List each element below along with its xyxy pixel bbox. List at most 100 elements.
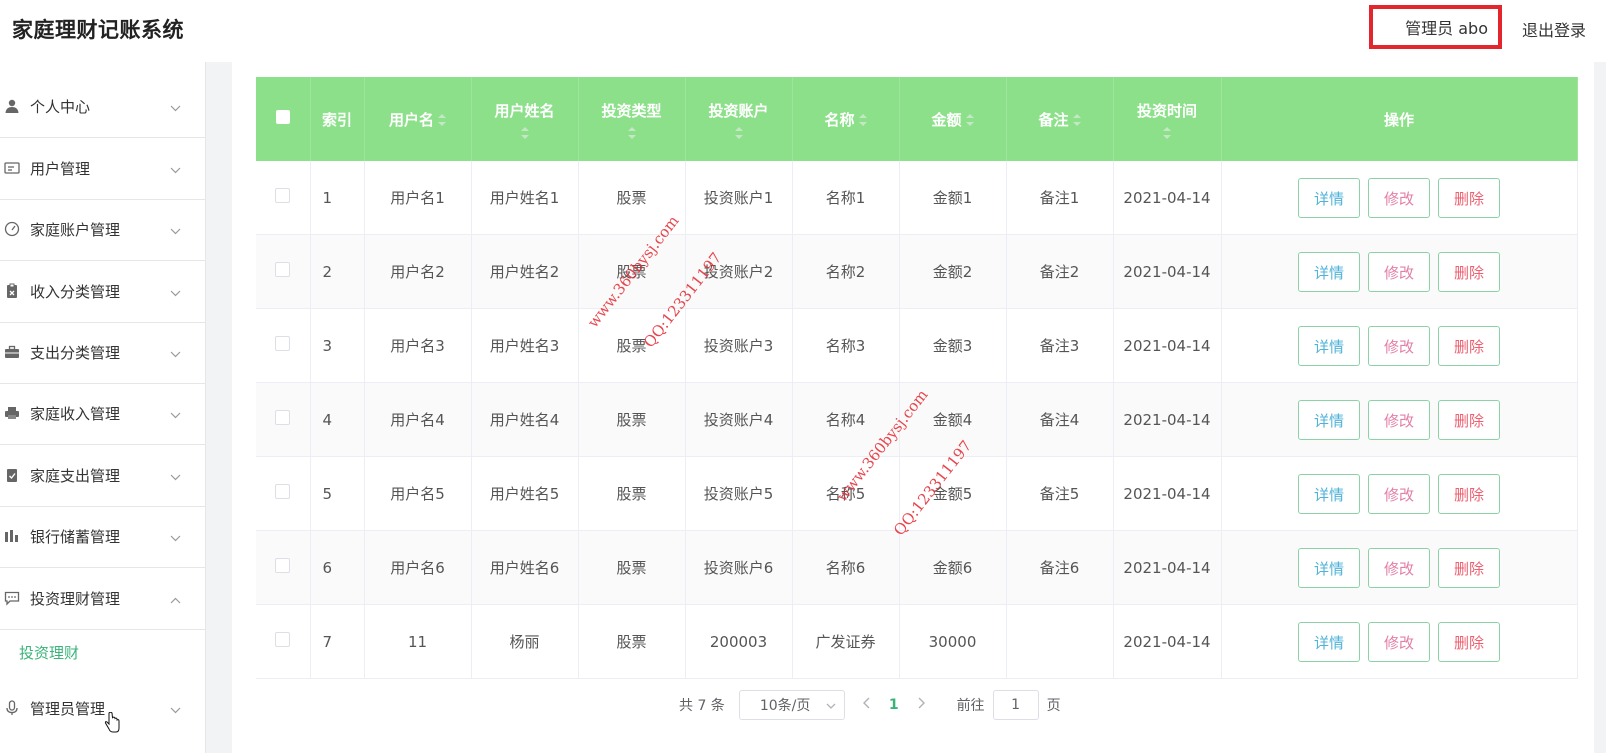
delete-button[interactable]: 删除 [1438,177,1500,218]
table-cell: 股票 [578,234,686,309]
edit-button[interactable]: 修改 [1368,251,1430,292]
edit-button[interactable]: 修改 [1368,177,1430,218]
sidebar-item[interactable]: 家庭收入管理 [0,382,205,445]
table-cell: 备注3 [1006,308,1114,383]
sort-icon[interactable] [627,126,636,139]
detail-button[interactable]: 详情 [1298,473,1360,514]
delete-button[interactable]: 删除 [1438,473,1500,514]
sidebar-subitem-investment[interactable]: 投资理财 [19,642,79,663]
header-amount-label: 金额 [931,110,962,129]
admin-user-label[interactable]: 管理员 abo [1369,5,1502,49]
sidebar-item[interactable]: 管理员管理 [0,677,205,739]
page-size-select[interactable]: 10条/页 [738,690,845,720]
detail-button[interactable]: 详情 [1298,547,1360,588]
header-name[interactable]: 名称 [792,77,900,161]
row-checkbox[interactable] [275,188,291,203]
table-cell: 7 [310,604,365,679]
edit-button[interactable]: 修改 [1368,547,1430,588]
sidebar-item[interactable]: 收入分类管理 [0,260,205,323]
delete-button[interactable]: 删除 [1438,547,1500,588]
header-realname[interactable]: 用户姓名 [471,77,579,161]
detail-button[interactable]: 详情 [1298,325,1360,366]
chevron-down-icon [170,527,181,546]
chat-icon [4,590,20,606]
detail-button[interactable]: 详情 [1298,621,1360,662]
detail-button[interactable]: 详情 [1298,251,1360,292]
page-size-value: 10条/页 [759,698,811,714]
sort-icon[interactable] [1163,126,1171,139]
sort-icon[interactable] [520,126,529,139]
table-cell: 投资账户5 [685,456,793,531]
sidebar-item[interactable]: 家庭账户管理 [0,198,205,261]
edit-button[interactable]: 修改 [1368,621,1430,662]
delete-button[interactable]: 删除 [1438,399,1500,440]
table-cell: 备注2 [1006,234,1114,309]
table-row: 6 用户名6 用户姓名6 股票 投资账户6 名称6 金额6 备注6 2021-04-14 详情 修改… [256,530,1578,605]
row-select-cell [256,308,311,383]
page-number-current[interactable]: 1 [889,697,899,713]
header-invest-type[interactable]: 投资类型 [578,77,686,161]
printer-icon [4,405,20,421]
table-cell: 200003 [685,604,793,679]
edit-button[interactable]: 修改 [1368,473,1430,514]
table-header-row: 索引 用户名 用户姓名 投资类型 投资账户 名称 金额 备注 投资时间 操作 [256,77,1578,161]
detail-button[interactable]: 详情 [1298,177,1360,218]
sidebar-item[interactable]: 支出分类管理 [0,321,205,384]
admin-user-text: 管理员 abo [1405,19,1488,38]
row-checkbox[interactable] [275,632,291,647]
table-cell: 金额2 [899,234,1007,309]
detail-button[interactable]: 详情 [1298,399,1360,440]
table-cell: 投资账户3 [685,308,793,383]
header-invest-time[interactable]: 投资时间 [1113,77,1222,161]
table-cell: 用户姓名6 [471,530,579,605]
table-cell: 名称3 [792,308,900,383]
delete-button[interactable]: 删除 [1438,621,1500,662]
table-cell: 2 [310,234,365,309]
select-all-header[interactable] [256,77,311,161]
row-actions-cell: 详情 修改 删除 [1221,530,1578,605]
sidebar-item-label: 投资理财管理 [30,589,121,608]
table-cell: 用户姓名3 [471,308,579,383]
next-page-icon[interactable] [917,697,925,713]
row-select-cell [256,234,311,309]
edit-button[interactable]: 修改 [1368,399,1430,440]
goto-label: 前往 [956,698,985,714]
row-checkbox[interactable] [275,262,291,277]
sort-icon[interactable] [1072,114,1081,126]
table-cell: 投资账户2 [685,234,793,309]
header-remark[interactable]: 备注 [1006,77,1114,161]
header-amount[interactable]: 金额 [899,77,1007,161]
row-checkbox[interactable] [275,410,291,425]
table-cell: 2021-04-14 [1113,234,1222,309]
sidebar-item-label: 收入分类管理 [30,282,121,301]
table-cell: 金额1 [899,161,1007,235]
sidebar-item[interactable]: 家庭支出管理 [0,444,205,507]
header-username[interactable]: 用户名 [364,77,472,161]
delete-button[interactable]: 删除 [1438,325,1500,366]
table-cell: 用户姓名5 [471,456,579,531]
sort-icon[interactable] [734,126,743,139]
edit-button[interactable]: 修改 [1368,325,1430,366]
sort-icon[interactable] [438,114,446,126]
row-checkbox[interactable] [275,336,291,351]
delete-button[interactable]: 删除 [1438,251,1500,292]
logout-link[interactable]: 退出登录 [1522,17,1586,41]
page-suffix-label: 页 [1046,698,1061,714]
sidebar-item-label: 管理员管理 [30,699,106,718]
sidebar-item[interactable]: 用户管理 [0,137,205,200]
row-checkbox[interactable] [275,558,291,573]
sidebar-item[interactable]: 个人中心 [0,75,205,138]
sort-icon[interactable] [965,114,974,126]
sidebar-item-label: 家庭收入管理 [30,404,121,423]
main-content: 索引 用户名 用户姓名 投资类型 投资账户 名称 金额 备注 投资时间 操作 1… [232,62,1594,753]
prev-page-icon[interactable] [862,697,871,713]
sidebar-item[interactable]: 银行储蓄管理 [0,505,205,568]
row-checkbox[interactable] [275,484,291,499]
sidebar-item-label: 银行储蓄管理 [30,527,121,546]
header-invest-account[interactable]: 投资账户 [685,77,793,161]
select-all-checkbox[interactable] [275,110,290,124]
chevron-down-icon [170,699,181,718]
sidebar-item[interactable]: 投资理财管理 [0,567,205,630]
goto-page-input[interactable]: 1 [992,690,1039,720]
sort-icon[interactable] [858,114,867,126]
